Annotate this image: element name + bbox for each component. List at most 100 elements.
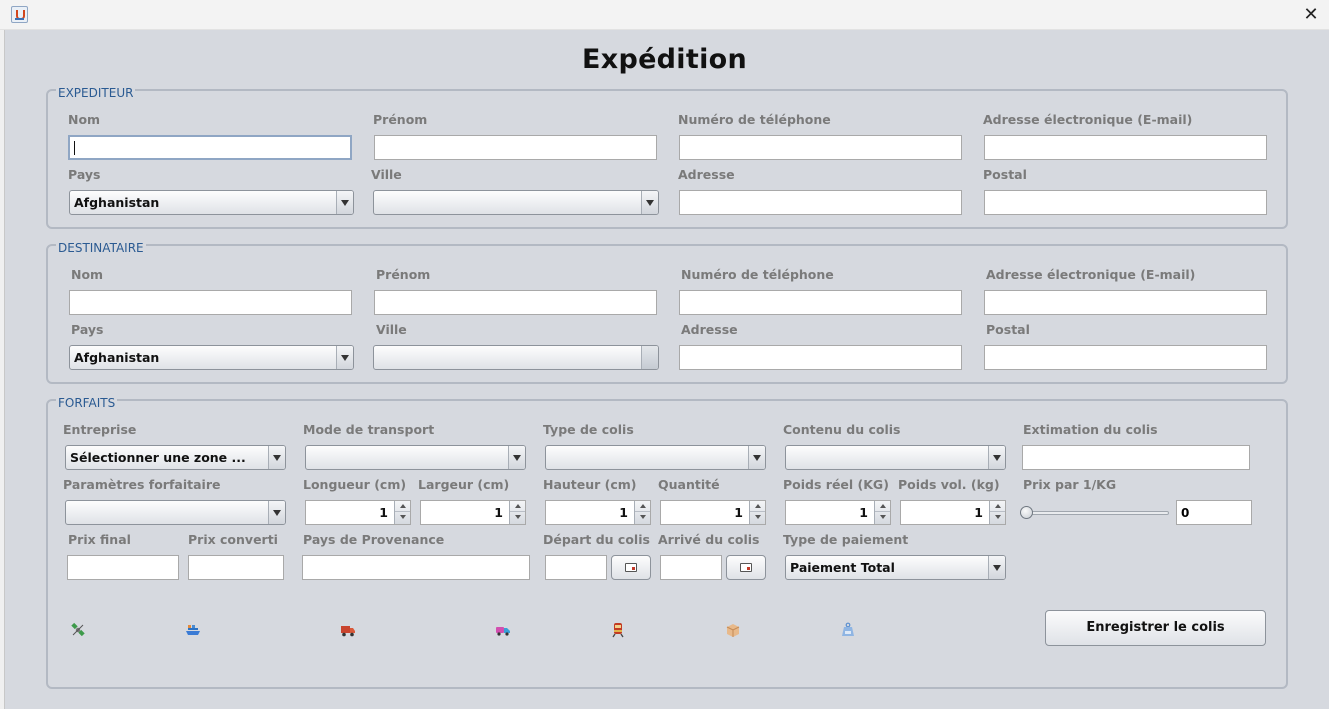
dest-postal-field[interactable] (984, 345, 1267, 370)
exp-pays-select[interactable]: Afghanistan (69, 190, 354, 215)
prix-converti-label: Prix converti (188, 532, 278, 547)
close-icon[interactable]: ✕ (1301, 5, 1321, 25)
text-caret (74, 141, 75, 155)
hauteur-value: 1 (619, 505, 628, 520)
hauteur-label: Hauteur (cm) (543, 477, 637, 492)
satellite-icon[interactable] (70, 622, 86, 638)
estimation-label: Extimation du colis (1023, 422, 1158, 437)
slider-thumb[interactable] (1020, 506, 1033, 519)
entreprise-select[interactable]: Sélectionner une zone ... (65, 445, 286, 470)
largeur-spinner[interactable]: 1 (420, 500, 526, 525)
prix-kg-label: Prix par 1/KG (1023, 477, 1117, 492)
exp-pays-label: Pays (68, 167, 101, 182)
arrive-date-field[interactable] (660, 555, 722, 580)
exp-adresse-field[interactable] (679, 190, 962, 215)
dest-prenom-field[interactable] (374, 290, 657, 315)
poids-vol-spinner[interactable]: 1 (900, 500, 1006, 525)
parametres-label: Paramètres forfaitaire (63, 477, 221, 492)
depart-label: Départ du colis (543, 532, 650, 547)
paiement-value: Paiement Total (790, 560, 895, 575)
dest-email-label: Adresse électronique (E-mail) (986, 267, 1196, 282)
spin-down-icon[interactable] (635, 512, 650, 523)
calendar-icon (740, 563, 752, 572)
provenance-label: Pays de Provenance (303, 532, 445, 547)
dest-ville-label: Ville (376, 322, 407, 337)
spinner-buttons (394, 501, 410, 524)
prix-kg-slider[interactable] (1020, 503, 1169, 523)
dest-adresse-label: Adresse (681, 322, 738, 337)
train-icon[interactable] (610, 622, 626, 638)
quantite-spinner[interactable]: 1 (660, 500, 766, 525)
chevron-down-icon[interactable] (508, 446, 525, 469)
ship-icon[interactable] (185, 622, 201, 638)
dest-nom-label: Nom (71, 267, 104, 282)
spin-up-icon[interactable] (875, 501, 890, 512)
package-box-icon[interactable] (725, 622, 741, 638)
spin-up-icon[interactable] (395, 501, 410, 512)
window-left-border (0, 30, 5, 709)
spinner-buttons (749, 501, 765, 524)
contenu-colis-label: Contenu du colis (783, 422, 901, 437)
type-colis-select[interactable] (545, 445, 766, 470)
dest-email-field[interactable] (984, 290, 1267, 315)
chevron-down-icon[interactable] (988, 446, 1005, 469)
prix-kg-value: 0 (1181, 506, 1190, 520)
spin-up-icon[interactable] (635, 501, 650, 512)
save-parcel-button[interactable]: Enregistrer le colis (1045, 610, 1266, 646)
exp-ville-select[interactable] (373, 190, 659, 215)
exp-tel-field[interactable] (679, 135, 962, 160)
paiement-select[interactable]: Paiement Total (785, 555, 1006, 580)
chevron-down-icon[interactable] (641, 191, 658, 214)
prix-final-field[interactable] (67, 555, 179, 580)
delivery-van-icon[interactable] (495, 622, 511, 638)
exp-prenom-field[interactable] (374, 135, 657, 160)
exp-tel-label: Numéro de téléphone (678, 112, 831, 127)
dropdown-handle[interactable] (641, 346, 658, 369)
chevron-down-icon[interactable] (748, 446, 765, 469)
poids-reel-value: 1 (859, 505, 868, 520)
largeur-label: Largeur (cm) (418, 477, 510, 492)
hauteur-spinner[interactable]: 1 (545, 500, 651, 525)
chevron-down-icon[interactable] (988, 556, 1005, 579)
arrive-label: Arrivé du colis (658, 532, 760, 547)
parametres-select[interactable] (65, 500, 286, 525)
dest-adresse-field[interactable] (679, 345, 962, 370)
chevron-down-icon[interactable] (336, 346, 353, 369)
weight-kg-icon[interactable] (840, 622, 856, 638)
spin-down-icon[interactable] (510, 512, 525, 523)
chevron-down-icon[interactable] (268, 501, 285, 524)
depart-date-field[interactable] (545, 555, 607, 580)
spin-down-icon[interactable] (875, 512, 890, 523)
poids-reel-spinner[interactable]: 1 (785, 500, 891, 525)
spin-up-icon[interactable] (750, 501, 765, 512)
exp-nom-field[interactable] (68, 135, 352, 160)
exp-postal-field[interactable] (984, 190, 1267, 215)
spin-down-icon[interactable] (750, 512, 765, 523)
mode-transport-select[interactable] (305, 445, 526, 470)
dest-pays-select[interactable]: Afghanistan (69, 345, 354, 370)
dest-ville-select[interactable] (373, 345, 659, 370)
expediteur-legend: EXPEDITEUR (56, 86, 136, 100)
java-app-icon (11, 6, 28, 23)
prix-converti-field[interactable] (188, 555, 284, 580)
exp-email-field[interactable] (984, 135, 1267, 160)
spin-down-icon[interactable] (395, 512, 410, 523)
spin-down-icon[interactable] (990, 512, 1005, 523)
depart-date-button[interactable] (611, 555, 651, 580)
arrive-date-button[interactable] (726, 555, 766, 580)
chevron-down-icon[interactable] (268, 446, 285, 469)
provenance-field[interactable] (302, 555, 530, 580)
dest-prenom-label: Prénom (376, 267, 431, 282)
spin-up-icon[interactable] (510, 501, 525, 512)
exp-pays-value: Afghanistan (74, 195, 160, 210)
dest-tel-field[interactable] (679, 290, 962, 315)
dest-nom-field[interactable] (69, 290, 352, 315)
contenu-colis-select[interactable] (785, 445, 1006, 470)
chevron-down-icon[interactable] (336, 191, 353, 214)
longueur-spinner[interactable]: 1 (305, 500, 411, 525)
spin-up-icon[interactable] (990, 501, 1005, 512)
slider-track (1026, 511, 1169, 515)
prix-kg-field[interactable]: 0 (1176, 500, 1252, 525)
estimation-field[interactable] (1022, 445, 1250, 470)
truck-icon[interactable] (340, 622, 356, 638)
